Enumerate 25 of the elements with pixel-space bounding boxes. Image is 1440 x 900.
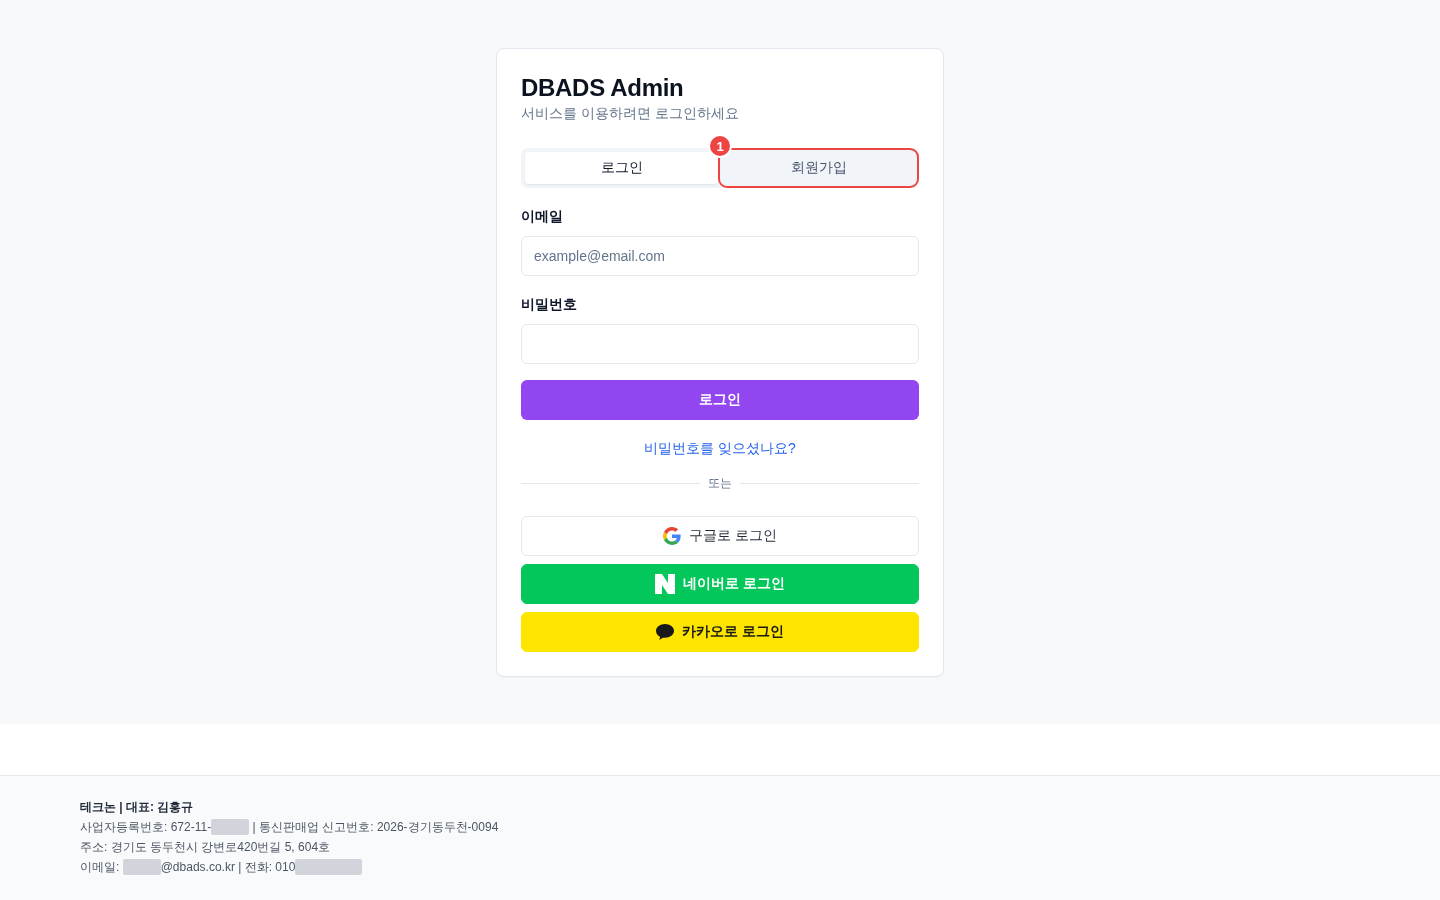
tab[interactable]: 로그인 (525, 152, 718, 184)
footer-text: | 통신판매업 신고번호: 2026-경기동두천-0094 (251, 819, 499, 836)
footer-text: 주소: 경기도 동두천시 강변로420번길 5, 604호 (80, 839, 331, 856)
step-marker: 1 (708, 134, 732, 158)
footer-text: 테크논 | 대표: 김홍규 (80, 799, 194, 816)
social-login-button[interactable]: 카카오로 로그인 (521, 612, 919, 652)
footer-text: @dbads.co.kr | 전화: 010 (160, 859, 296, 876)
redaction-bar (295, 859, 363, 875)
redaction-bar (122, 859, 161, 875)
social-login-button[interactable]: 구글로 로그인 (521, 516, 919, 556)
field-label: 이메일 (521, 207, 563, 226)
card-subtitle: 서비스를 이용하려면 로그인하세요 (521, 104, 739, 123)
card-title: DBADS Admin (521, 73, 684, 103)
redaction-bar (211, 819, 250, 835)
field-label: 비밀번호 (521, 295, 577, 314)
forgot-password-link[interactable]: 비밀번호를 잊으셨나요? (644, 438, 796, 458)
input-field[interactable] (521, 324, 919, 364)
footer-text: 이메일: (80, 859, 121, 876)
g-logo-icon (663, 527, 682, 545)
n-logo-icon (655, 574, 676, 594)
login-button[interactable]: 로그인 (521, 380, 919, 420)
divider-text: 또는 (708, 475, 732, 492)
input-field[interactable]: example@email.com (521, 236, 919, 276)
footer-text: 사업자등록번호: 672-11- (80, 819, 212, 836)
speech-bubble-icon (656, 624, 675, 640)
